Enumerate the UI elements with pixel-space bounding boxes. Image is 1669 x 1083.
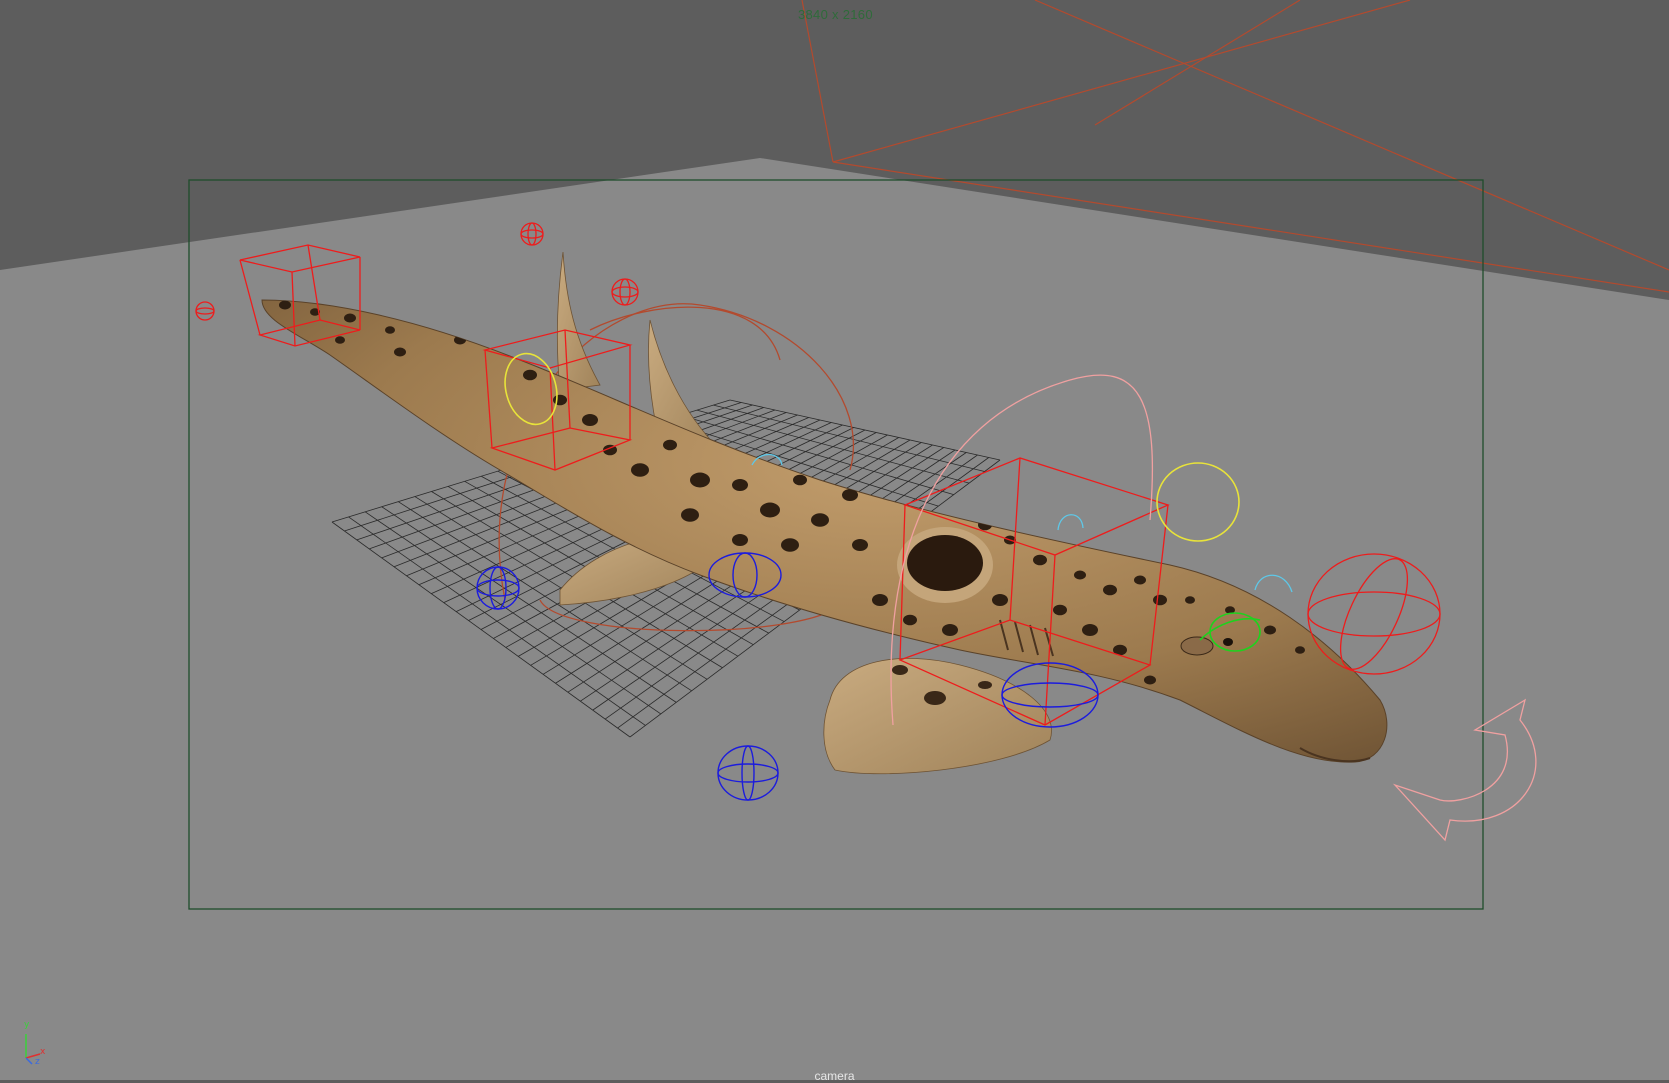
body-spot: [1295, 646, 1305, 654]
axis-y-label: y: [24, 1020, 30, 1030]
body-spot: [631, 463, 649, 477]
axis-z-label: z: [35, 1057, 40, 1067]
body-spot: [385, 326, 395, 334]
eye-icon: [1180, 636, 1214, 656]
body-spot: [1033, 554, 1047, 566]
axis-gizmo-icon: y x z: [18, 1020, 48, 1067]
body-spot: [523, 369, 537, 381]
body-spot: [690, 472, 710, 488]
body-spot: [732, 479, 748, 491]
body-spot: [942, 624, 958, 636]
viewport-canvas[interactable]: [0, 0, 1669, 1080]
ocellus-spot: [907, 535, 983, 591]
camera-name-label: camera: [814, 1069, 855, 1083]
body-spot: [1082, 624, 1098, 636]
body-spot: [279, 300, 291, 310]
body-spot: [760, 502, 780, 518]
body-spot: [793, 474, 807, 486]
body-spot: [872, 594, 888, 606]
body-spot: [903, 614, 917, 626]
body-spot: [732, 534, 748, 546]
body-spot: [335, 336, 345, 344]
body-spot: [681, 508, 699, 522]
body-spot: [663, 439, 677, 451]
body-spot: [1134, 575, 1146, 585]
body-spot: [394, 347, 406, 357]
maya-viewport[interactable]: 3840 x 2160 camera y x z: [0, 0, 1669, 1083]
body-spot: [992, 594, 1008, 606]
body-spot: [1185, 596, 1195, 604]
body-spot: [582, 414, 598, 426]
body-spot: [1074, 570, 1086, 580]
body-spot: [852, 539, 868, 551]
body-spot: [344, 313, 356, 323]
body-spot: [553, 394, 567, 406]
body-spot: [1264, 625, 1276, 635]
body-spot: [1144, 675, 1156, 685]
body-spot: [811, 513, 829, 527]
body-spot: [1053, 604, 1067, 616]
body-spot: [1153, 594, 1167, 606]
body-spot: [781, 538, 799, 552]
axis-x-label: x: [40, 1047, 46, 1057]
body-spot: [1103, 584, 1117, 596]
resolution-gate-label: 3840 x 2160: [798, 7, 873, 22]
eye-pupil: [1223, 638, 1233, 646]
